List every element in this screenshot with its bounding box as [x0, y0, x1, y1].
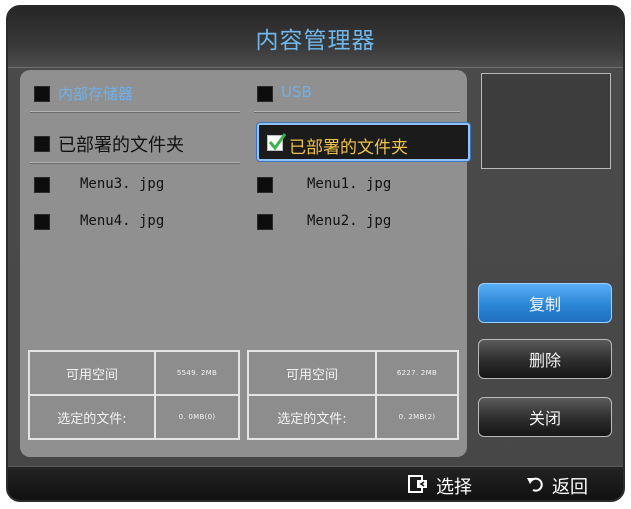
- file-checkbox-menu3[interactable]: [34, 177, 50, 193]
- checkmark-icon: [268, 133, 287, 151]
- file-checkbox-menu2[interactable]: [257, 214, 273, 230]
- close-button[interactable]: 关闭: [478, 397, 612, 437]
- usb-folder-row-selected[interactable]: 已部署的文件夹: [257, 123, 470, 161]
- selected-files-value: 0. 2MB(2): [398, 413, 436, 421]
- usb-storage-checkbox[interactable]: [257, 86, 273, 102]
- internal-folder-label: 已部署的文件夹: [58, 135, 184, 156]
- selected-files-value: 0. 0MB(0): [178, 413, 216, 421]
- free-space-value: 5549. 2MB: [176, 369, 218, 377]
- internal-folder-checkbox[interactable]: [34, 136, 50, 152]
- back-label: 返回: [552, 477, 588, 498]
- dialog-title: 内容管理器: [255, 28, 376, 54]
- checked-checkbox[interactable]: [267, 133, 287, 151]
- content-manager-dialog: 内容管理器 内部存储器 USB 已部署的文件夹 Menu3. jpg Menu4…: [6, 5, 625, 502]
- selected-files-label: 选定的文件:: [57, 411, 127, 427]
- preview-thumbnail: [481, 73, 611, 169]
- title-bar: 内容管理器: [8, 7, 623, 68]
- usb-folder-label: 已部署的文件夹: [289, 138, 408, 158]
- enter-icon: [408, 474, 428, 498]
- back-hint[interactable]: 返回: [526, 473, 588, 499]
- selected-files-label: 选定的文件:: [277, 411, 347, 427]
- file-checkbox-menu4[interactable]: [34, 214, 50, 230]
- file-name-menu2[interactable]: Menu2. jpg: [307, 213, 391, 229]
- free-space-value: 6227. 2MB: [396, 369, 438, 377]
- free-space-label: 可用空间: [285, 367, 338, 383]
- file-checkbox-menu1[interactable]: [257, 177, 273, 193]
- file-name-menu1[interactable]: Menu1. jpg: [307, 176, 391, 192]
- file-name-menu4[interactable]: Menu4. jpg: [80, 213, 164, 229]
- copy-button[interactable]: 复制: [478, 283, 612, 323]
- delete-button[interactable]: 删除: [478, 339, 612, 379]
- usb-storage-label: USB: [281, 83, 312, 101]
- file-name-menu3[interactable]: Menu3. jpg: [80, 176, 164, 192]
- divider: [30, 162, 240, 163]
- internal-storage-checkbox[interactable]: [34, 86, 50, 102]
- internal-storage-label: 内部存储器: [58, 85, 134, 103]
- select-label: 选择: [436, 477, 472, 498]
- divider: [30, 111, 240, 112]
- internal-info-table: 可用空间 5549. 2MB 选定的文件: 0. 0MB(0): [28, 350, 240, 440]
- footer-bar: 选择 返回: [8, 466, 623, 500]
- return-icon: [526, 475, 544, 498]
- free-space-label: 可用空间: [65, 367, 118, 383]
- select-hint[interactable]: 选择: [408, 473, 472, 499]
- file-browser-panel: 内部存储器 USB 已部署的文件夹 Menu3. jpg Menu4. jpg …: [20, 70, 470, 457]
- usb-info-table: 可用空间 6227. 2MB 选定的文件: 0. 2MB(2): [247, 350, 459, 440]
- divider: [254, 111, 460, 112]
